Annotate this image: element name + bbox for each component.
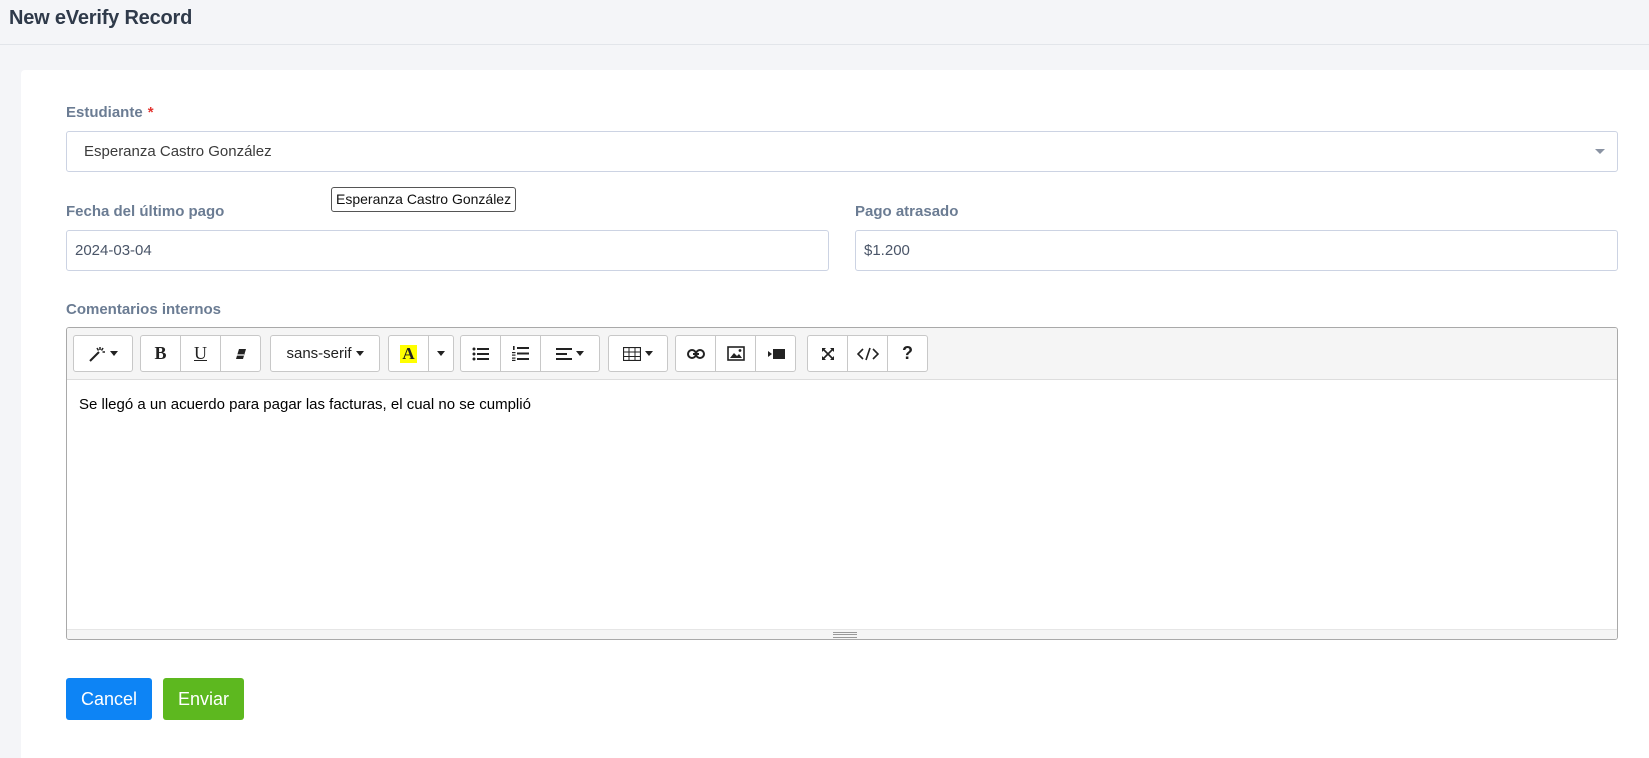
editor-content[interactable]: Se llegó a un acuerdo para pagar las fac… (79, 396, 531, 413)
font-name-value: sans-serif (286, 345, 352, 362)
table-group (608, 335, 668, 372)
last-payment-label: Fecha del último pago (66, 203, 225, 220)
ordered-list-button[interactable] (500, 335, 541, 372)
comments-label: Comentarios internos (66, 301, 222, 318)
dropdown-caret-icon (576, 351, 584, 356)
help-button[interactable]: ? (887, 335, 928, 372)
fullscreen-icon (821, 347, 834, 360)
table-dropdown-button[interactable] (608, 335, 668, 372)
page-header: New eVerify Record (0, 0, 1649, 45)
magic-icon (89, 346, 105, 362)
cancel-button[interactable]: Cancel (66, 678, 152, 720)
picture-button[interactable] (715, 335, 756, 372)
resize-grip-icon (833, 632, 857, 638)
page-title: New eVerify Record (9, 7, 193, 29)
view-group: ? (807, 335, 928, 372)
style-group (73, 335, 133, 372)
eraser-icon (235, 348, 246, 359)
student-label: Estudiante * (66, 104, 154, 121)
editor-toolbar: B U sans-serif A ? (67, 328, 1617, 380)
align-dropdown-button[interactable] (540, 335, 600, 372)
last-payment-value: 2024-03-04 (75, 242, 152, 259)
overdue-field[interactable]: $1.200 (855, 230, 1618, 271)
text-color-button[interactable]: A (388, 335, 429, 372)
color-dropdown-button[interactable] (428, 335, 454, 372)
dropdown-caret-icon (645, 351, 653, 356)
chevron-down-icon (1595, 149, 1605, 154)
overdue-value: $1.200 (864, 242, 910, 259)
editor-resize-bar[interactable] (67, 629, 1617, 639)
clear-format-button[interactable] (220, 335, 261, 372)
student-select[interactable]: Esperanza Castro González (66, 131, 1618, 172)
underline-button[interactable]: U (180, 335, 221, 372)
dropdown-caret-icon (437, 351, 445, 356)
font-name-group: sans-serif (270, 335, 380, 372)
code-view-icon (856, 347, 879, 360)
overdue-label: Pago atrasado (855, 203, 959, 220)
insert-group (675, 335, 796, 372)
unordered-list-icon (472, 347, 489, 360)
submit-button[interactable]: Enviar (163, 678, 244, 720)
last-payment-field[interactable]: 2024-03-04 (66, 230, 829, 271)
link-button[interactable] (675, 335, 716, 372)
highlight-color-icon: A (400, 343, 417, 363)
code-view-button[interactable] (847, 335, 888, 372)
dropdown-caret-icon (110, 351, 118, 356)
student-label-text: Estudiante (66, 104, 143, 121)
required-mark: * (147, 104, 154, 121)
video-button[interactable] (755, 335, 796, 372)
picture-icon (726, 346, 745, 361)
student-tooltip: Esperanza Castro González (331, 187, 517, 212)
paragraph-group (460, 335, 600, 372)
font-name-dropdown[interactable]: sans-serif (270, 335, 380, 372)
color-group: A (388, 335, 454, 372)
unordered-list-button[interactable] (460, 335, 501, 372)
font-style-group: B U (140, 335, 261, 372)
style-button[interactable] (73, 335, 133, 372)
ordered-list-icon (511, 346, 529, 361)
dropdown-caret-icon (355, 351, 364, 356)
rich-text-editor: B U sans-serif A ? Se llegó a un acuerdo… (66, 327, 1618, 640)
link-icon (686, 348, 705, 359)
align-icon (556, 347, 572, 360)
table-icon (623, 346, 641, 361)
fullscreen-button[interactable] (807, 335, 848, 372)
bold-button[interactable]: B (140, 335, 181, 372)
video-icon (767, 348, 785, 359)
student-select-value: Esperanza Castro González (84, 143, 272, 160)
